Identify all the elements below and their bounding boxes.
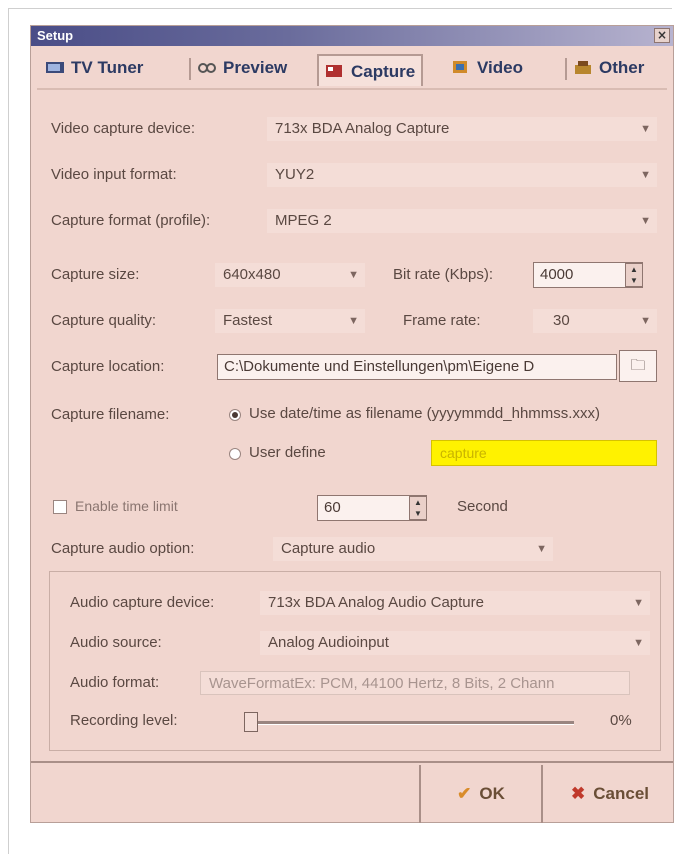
chevron-down-icon: ▼ (640, 169, 651, 181)
audio-option-value: Capture audio (281, 540, 376, 557)
ok-label: OK (479, 784, 505, 803)
frame-rate-select[interactable]: 30 ▼ (533, 309, 657, 333)
preview-icon (198, 63, 216, 73)
frame-rate-label: Frame rate: (403, 312, 481, 329)
recording-level-label: Recording level: (70, 712, 178, 729)
audio-device-label: Audio capture device: (70, 594, 215, 611)
tv-tuner-icon (46, 62, 64, 73)
audio-device-select[interactable]: 713x BDA Analog Audio Capture ▼ (260, 591, 650, 615)
filename-user-radio[interactable] (229, 448, 241, 460)
audio-source-value: Analog Audioinput (268, 634, 389, 651)
audio-source-select[interactable]: Analog Audioinput ▼ (260, 631, 650, 655)
video-icon (453, 61, 467, 73)
folder-icon: 🗀 (630, 357, 646, 374)
tab-preview[interactable]: Preview (197, 52, 287, 84)
capture-location-label: Capture location: (51, 358, 165, 375)
tab-tv-tuner-label: TV Tuner (71, 58, 144, 77)
time-limit-unit: Second (457, 498, 508, 515)
bitrate-spinner[interactable]: ▲ ▼ (625, 263, 643, 287)
video-device-label: Video capture device: (51, 120, 195, 137)
tab-preview-label: Preview (223, 58, 288, 77)
audio-settings-group: Audio capture device: 713x BDA Analog Au… (49, 571, 661, 751)
close-icon: ✖ (571, 784, 586, 803)
profile-select[interactable]: MPEG 2 ▼ (267, 209, 657, 233)
capture-size-label: Capture size: (51, 266, 140, 283)
capture-size-select[interactable]: 640x480 ▼ (215, 263, 365, 287)
tab-separator (189, 58, 191, 80)
filename-date-radio[interactable] (229, 409, 241, 421)
audio-format-label: Audio format: (70, 674, 160, 691)
setup-dialog: Setup × TV Tuner Preview Capture Video O… (30, 25, 674, 823)
tab-tv-tuner[interactable]: TV Tuner (45, 52, 143, 84)
input-format-select[interactable]: YUY2 ▼ (267, 163, 657, 187)
recording-level-slider[interactable] (244, 712, 258, 732)
close-button[interactable]: × (654, 28, 670, 43)
audio-format-field: WaveFormatEx: PCM, 44100 Hertz, 8 Bits, … (200, 671, 630, 695)
profile-label: Capture format (profile): (51, 212, 211, 229)
tab-video[interactable]: Video (451, 52, 523, 84)
capture-quality-label: Capture quality: (51, 312, 157, 329)
cancel-label: Cancel (593, 784, 649, 803)
chevron-down-icon: ▼ (640, 123, 651, 135)
capture-quality-select[interactable]: Fastest ▼ (215, 309, 365, 333)
chevron-down-icon: ▼ (633, 637, 644, 649)
capture-quality-value: Fastest (223, 312, 273, 329)
checkmark-icon: ✔ (457, 784, 472, 803)
time-limit-checkbox[interactable] (53, 500, 67, 514)
cancel-button[interactable]: ✖ Cancel (541, 765, 677, 823)
video-device-select[interactable]: 713x BDA Analog Capture ▼ (267, 117, 657, 141)
audio-option-select[interactable]: Capture audio ▼ (273, 537, 553, 561)
filename-user-label: User define (249, 444, 326, 461)
frame-rate-value: 30 (553, 312, 570, 329)
time-limit-label: Enable time limit (75, 498, 178, 514)
capture-icon (326, 65, 342, 77)
audio-source-label: Audio source: (70, 634, 162, 651)
tab-capture-label: Capture (351, 62, 416, 81)
tab-other[interactable]: Other (573, 52, 644, 84)
recording-level-track (244, 721, 574, 725)
tab-capture[interactable]: Capture (317, 54, 424, 86)
chevron-down-icon: ▼ (536, 543, 547, 555)
profile-value: MPEG 2 (275, 212, 332, 229)
chevron-down-icon: ▼ (640, 315, 651, 327)
chevron-down-icon: ▼ (348, 269, 359, 281)
ok-button[interactable]: ✔ OK (419, 765, 541, 823)
button-bar: ✔ OK ✖ Cancel (31, 761, 673, 825)
user-filename-input[interactable]: capture (431, 440, 657, 466)
filename-date-label: Use date/time as filename (yyyymmdd_hhmm… (249, 405, 600, 422)
tab-video-label: Video (477, 58, 523, 77)
audio-device-value: 713x BDA Analog Audio Capture (268, 594, 484, 611)
video-device-value: 713x BDA Analog Capture (275, 120, 450, 137)
capture-location-input[interactable]: C:\Dokumente und Einstellungen\pm\Eigene… (217, 354, 617, 380)
tab-bar: TV Tuner Preview Capture Video Other (37, 52, 669, 86)
chevron-down-icon: ▼ (640, 215, 651, 227)
input-format-label: Video input format: (51, 166, 177, 183)
chevron-down-icon: ▼ (633, 597, 644, 609)
browse-button[interactable]: 🗀 (619, 350, 657, 382)
title-bar: Setup × (31, 26, 673, 46)
capture-size-value: 640x480 (223, 266, 281, 283)
capture-filename-label: Capture filename: (51, 406, 170, 423)
input-format-value: YUY2 (275, 166, 315, 183)
tab-separator (565, 58, 567, 80)
other-icon (575, 61, 591, 74)
window-title: Setup (37, 28, 74, 43)
bitrate-label: Bit rate (Kbps): (393, 266, 494, 283)
tab-other-label: Other (599, 58, 645, 77)
audio-option-label: Capture audio option: (51, 540, 195, 557)
recording-level-value: 0% (610, 712, 632, 729)
chevron-down-icon: ▼ (348, 315, 359, 327)
time-limit-spinner[interactable]: ▲ ▼ (409, 496, 427, 520)
